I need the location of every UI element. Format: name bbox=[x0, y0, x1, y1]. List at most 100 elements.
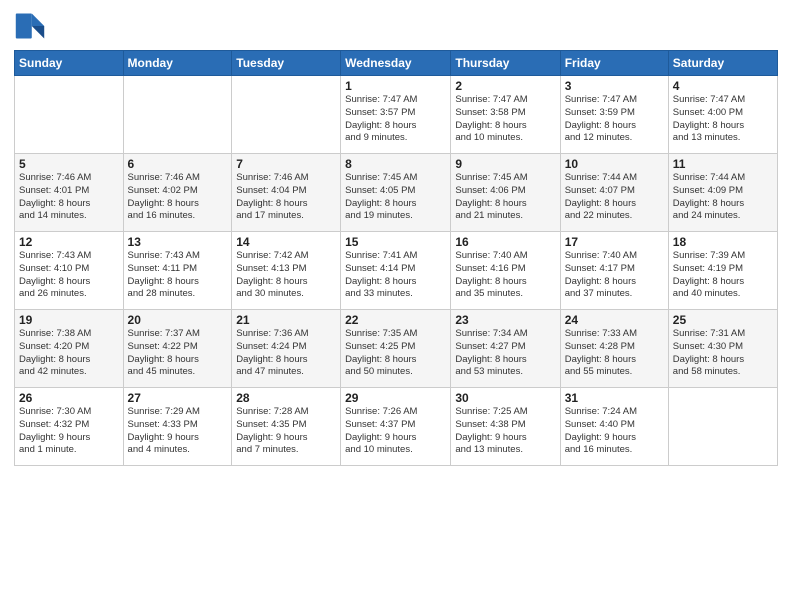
day-cell bbox=[668, 388, 777, 466]
day-cell: 3Sunrise: 7:47 AM Sunset: 3:59 PM Daylig… bbox=[560, 76, 668, 154]
weekday-header-tuesday: Tuesday bbox=[232, 51, 341, 76]
day-cell: 6Sunrise: 7:46 AM Sunset: 4:02 PM Daylig… bbox=[123, 154, 232, 232]
day-info: Sunrise: 7:44 AM Sunset: 4:07 PM Dayligh… bbox=[565, 172, 664, 223]
week-row-4: 19Sunrise: 7:38 AM Sunset: 4:20 PM Dayli… bbox=[15, 310, 778, 388]
weekday-header-wednesday: Wednesday bbox=[341, 51, 451, 76]
day-number: 1 bbox=[345, 79, 446, 93]
day-info: Sunrise: 7:36 AM Sunset: 4:24 PM Dayligh… bbox=[236, 328, 336, 379]
day-number: 25 bbox=[673, 313, 773, 327]
header bbox=[14, 10, 778, 42]
day-cell bbox=[123, 76, 232, 154]
day-number: 29 bbox=[345, 391, 446, 405]
day-cell: 10Sunrise: 7:44 AM Sunset: 4:07 PM Dayli… bbox=[560, 154, 668, 232]
day-cell: 21Sunrise: 7:36 AM Sunset: 4:24 PM Dayli… bbox=[232, 310, 341, 388]
day-number: 12 bbox=[19, 235, 119, 249]
day-cell: 15Sunrise: 7:41 AM Sunset: 4:14 PM Dayli… bbox=[341, 232, 451, 310]
day-number: 21 bbox=[236, 313, 336, 327]
day-number: 3 bbox=[565, 79, 664, 93]
day-cell: 23Sunrise: 7:34 AM Sunset: 4:27 PM Dayli… bbox=[451, 310, 560, 388]
weekday-header-monday: Monday bbox=[123, 51, 232, 76]
day-info: Sunrise: 7:45 AM Sunset: 4:05 PM Dayligh… bbox=[345, 172, 446, 223]
week-row-3: 12Sunrise: 7:43 AM Sunset: 4:10 PM Dayli… bbox=[15, 232, 778, 310]
day-number: 15 bbox=[345, 235, 446, 249]
day-cell: 4Sunrise: 7:47 AM Sunset: 4:00 PM Daylig… bbox=[668, 76, 777, 154]
day-number: 17 bbox=[565, 235, 664, 249]
day-cell: 14Sunrise: 7:42 AM Sunset: 4:13 PM Dayli… bbox=[232, 232, 341, 310]
day-cell: 8Sunrise: 7:45 AM Sunset: 4:05 PM Daylig… bbox=[341, 154, 451, 232]
day-info: Sunrise: 7:46 AM Sunset: 4:02 PM Dayligh… bbox=[128, 172, 228, 223]
day-cell bbox=[232, 76, 341, 154]
day-cell: 18Sunrise: 7:39 AM Sunset: 4:19 PM Dayli… bbox=[668, 232, 777, 310]
logo bbox=[14, 10, 50, 42]
day-info: Sunrise: 7:29 AM Sunset: 4:33 PM Dayligh… bbox=[128, 406, 228, 457]
day-number: 2 bbox=[455, 79, 555, 93]
day-info: Sunrise: 7:44 AM Sunset: 4:09 PM Dayligh… bbox=[673, 172, 773, 223]
day-number: 30 bbox=[455, 391, 555, 405]
day-number: 14 bbox=[236, 235, 336, 249]
day-info: Sunrise: 7:43 AM Sunset: 4:11 PM Dayligh… bbox=[128, 250, 228, 301]
day-info: Sunrise: 7:40 AM Sunset: 4:17 PM Dayligh… bbox=[565, 250, 664, 301]
day-info: Sunrise: 7:46 AM Sunset: 4:04 PM Dayligh… bbox=[236, 172, 336, 223]
day-info: Sunrise: 7:37 AM Sunset: 4:22 PM Dayligh… bbox=[128, 328, 228, 379]
day-info: Sunrise: 7:45 AM Sunset: 4:06 PM Dayligh… bbox=[455, 172, 555, 223]
day-info: Sunrise: 7:38 AM Sunset: 4:20 PM Dayligh… bbox=[19, 328, 119, 379]
day-number: 23 bbox=[455, 313, 555, 327]
day-info: Sunrise: 7:30 AM Sunset: 4:32 PM Dayligh… bbox=[19, 406, 119, 457]
day-cell: 9Sunrise: 7:45 AM Sunset: 4:06 PM Daylig… bbox=[451, 154, 560, 232]
day-number: 8 bbox=[345, 157, 446, 171]
day-cell: 16Sunrise: 7:40 AM Sunset: 4:16 PM Dayli… bbox=[451, 232, 560, 310]
day-info: Sunrise: 7:26 AM Sunset: 4:37 PM Dayligh… bbox=[345, 406, 446, 457]
day-number: 22 bbox=[345, 313, 446, 327]
day-info: Sunrise: 7:39 AM Sunset: 4:19 PM Dayligh… bbox=[673, 250, 773, 301]
day-number: 28 bbox=[236, 391, 336, 405]
day-cell: 19Sunrise: 7:38 AM Sunset: 4:20 PM Dayli… bbox=[15, 310, 124, 388]
day-cell: 17Sunrise: 7:40 AM Sunset: 4:17 PM Dayli… bbox=[560, 232, 668, 310]
day-info: Sunrise: 7:47 AM Sunset: 3:59 PM Dayligh… bbox=[565, 94, 664, 145]
day-cell: 28Sunrise: 7:28 AM Sunset: 4:35 PM Dayli… bbox=[232, 388, 341, 466]
calendar: SundayMondayTuesdayWednesdayThursdayFrid… bbox=[14, 50, 778, 466]
weekday-header-sunday: Sunday bbox=[15, 51, 124, 76]
day-number: 19 bbox=[19, 313, 119, 327]
week-row-2: 5Sunrise: 7:46 AM Sunset: 4:01 PM Daylig… bbox=[15, 154, 778, 232]
day-info: Sunrise: 7:35 AM Sunset: 4:25 PM Dayligh… bbox=[345, 328, 446, 379]
day-number: 7 bbox=[236, 157, 336, 171]
day-info: Sunrise: 7:47 AM Sunset: 3:58 PM Dayligh… bbox=[455, 94, 555, 145]
day-info: Sunrise: 7:42 AM Sunset: 4:13 PM Dayligh… bbox=[236, 250, 336, 301]
day-number: 11 bbox=[673, 157, 773, 171]
day-number: 13 bbox=[128, 235, 228, 249]
day-number: 6 bbox=[128, 157, 228, 171]
day-cell: 2Sunrise: 7:47 AM Sunset: 3:58 PM Daylig… bbox=[451, 76, 560, 154]
day-cell: 29Sunrise: 7:26 AM Sunset: 4:37 PM Dayli… bbox=[341, 388, 451, 466]
weekday-header-thursday: Thursday bbox=[451, 51, 560, 76]
day-number: 9 bbox=[455, 157, 555, 171]
day-info: Sunrise: 7:43 AM Sunset: 4:10 PM Dayligh… bbox=[19, 250, 119, 301]
day-cell: 5Sunrise: 7:46 AM Sunset: 4:01 PM Daylig… bbox=[15, 154, 124, 232]
day-number: 27 bbox=[128, 391, 228, 405]
day-cell: 20Sunrise: 7:37 AM Sunset: 4:22 PM Dayli… bbox=[123, 310, 232, 388]
day-cell: 31Sunrise: 7:24 AM Sunset: 4:40 PM Dayli… bbox=[560, 388, 668, 466]
weekday-header-saturday: Saturday bbox=[668, 51, 777, 76]
day-info: Sunrise: 7:24 AM Sunset: 4:40 PM Dayligh… bbox=[565, 406, 664, 457]
day-number: 10 bbox=[565, 157, 664, 171]
weekday-header-row: SundayMondayTuesdayWednesdayThursdayFrid… bbox=[15, 51, 778, 76]
day-number: 24 bbox=[565, 313, 664, 327]
day-info: Sunrise: 7:28 AM Sunset: 4:35 PM Dayligh… bbox=[236, 406, 336, 457]
day-info: Sunrise: 7:40 AM Sunset: 4:16 PM Dayligh… bbox=[455, 250, 555, 301]
day-cell: 11Sunrise: 7:44 AM Sunset: 4:09 PM Dayli… bbox=[668, 154, 777, 232]
day-cell: 26Sunrise: 7:30 AM Sunset: 4:32 PM Dayli… bbox=[15, 388, 124, 466]
day-cell: 7Sunrise: 7:46 AM Sunset: 4:04 PM Daylig… bbox=[232, 154, 341, 232]
logo-icon bbox=[14, 10, 46, 42]
day-number: 5 bbox=[19, 157, 119, 171]
day-number: 18 bbox=[673, 235, 773, 249]
day-info: Sunrise: 7:25 AM Sunset: 4:38 PM Dayligh… bbox=[455, 406, 555, 457]
day-cell: 30Sunrise: 7:25 AM Sunset: 4:38 PM Dayli… bbox=[451, 388, 560, 466]
day-number: 20 bbox=[128, 313, 228, 327]
day-info: Sunrise: 7:31 AM Sunset: 4:30 PM Dayligh… bbox=[673, 328, 773, 379]
day-info: Sunrise: 7:33 AM Sunset: 4:28 PM Dayligh… bbox=[565, 328, 664, 379]
day-cell: 27Sunrise: 7:29 AM Sunset: 4:33 PM Dayli… bbox=[123, 388, 232, 466]
week-row-5: 26Sunrise: 7:30 AM Sunset: 4:32 PM Dayli… bbox=[15, 388, 778, 466]
day-cell: 25Sunrise: 7:31 AM Sunset: 4:30 PM Dayli… bbox=[668, 310, 777, 388]
day-number: 26 bbox=[19, 391, 119, 405]
day-info: Sunrise: 7:47 AM Sunset: 4:00 PM Dayligh… bbox=[673, 94, 773, 145]
day-number: 31 bbox=[565, 391, 664, 405]
